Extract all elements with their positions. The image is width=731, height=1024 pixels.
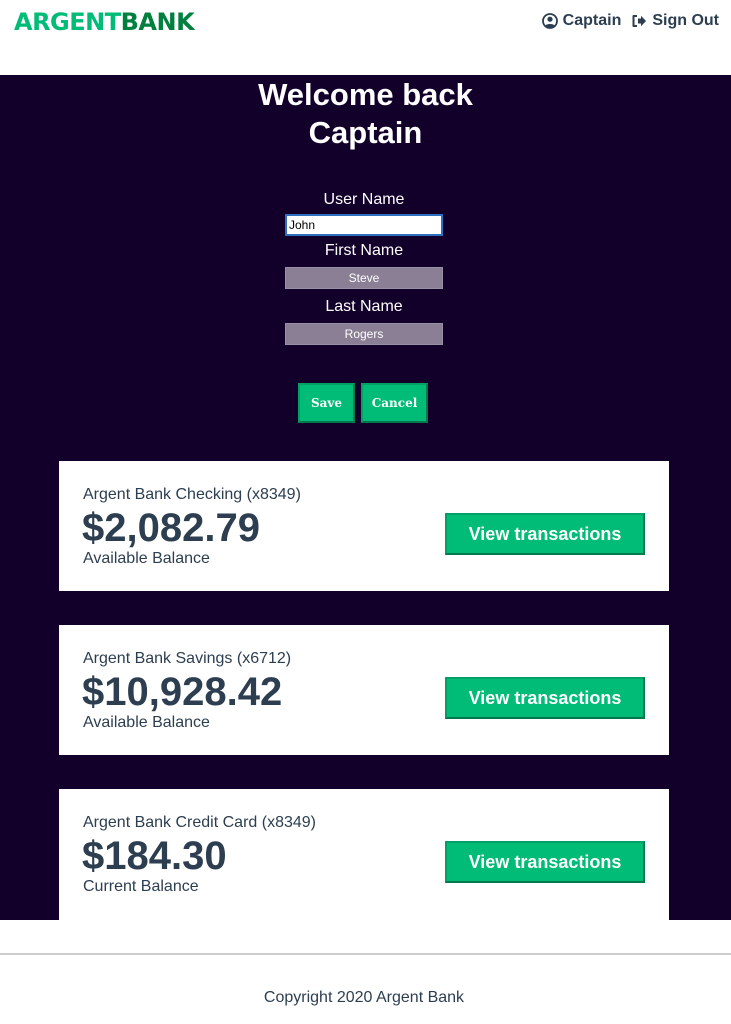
user-name-label: Captain: [562, 12, 622, 29]
account-card-credit: Argent Bank Credit Card (x8349) $184.30 …: [59, 789, 669, 920]
account-card-savings: Argent Bank Savings (x6712) $10,928.42 A…: [59, 625, 669, 755]
user-name-field-label: User Name: [323, 191, 405, 208]
footer: Copyright 2020 Argent Bank: [0, 953, 731, 1024]
cancel-button[interactable]: Cancel: [361, 383, 428, 423]
main-content: Welcome back Captain User Name First Nam…: [0, 75, 731, 920]
view-transactions-button[interactable]: View transactions: [445, 841, 645, 883]
copyright-text: Copyright 2020 Argent Bank: [263, 989, 465, 1006]
logo-argent: ARGENT: [14, 8, 121, 36]
account-title: Argent Bank Checking (x8349): [83, 486, 301, 503]
account-amount: $10,928.42: [82, 670, 283, 714]
account-title: Argent Bank Credit Card (x8349): [83, 814, 316, 831]
last-name-field-label: Last Name: [325, 298, 403, 315]
account-amount-description: Available Balance: [83, 714, 210, 731]
sign-out-link[interactable]: Sign Out: [631, 12, 719, 30]
account-amount: $184.30: [82, 834, 227, 878]
user-name-input[interactable]: [285, 214, 443, 236]
account-amount-description: Available Balance: [83, 550, 210, 567]
view-transactions-button[interactable]: View transactions: [445, 513, 645, 555]
logo-bank: BANK: [120, 8, 195, 36]
account-card-checking: Argent Bank Checking (x8349) $2,082.79 A…: [59, 461, 669, 591]
header: ARGENTBANK Captain Sign Out: [0, 0, 731, 75]
logo[interactable]: ARGENTBANK: [14, 8, 195, 36]
user-link[interactable]: Captain: [541, 12, 622, 30]
view-transactions-button[interactable]: View transactions: [445, 677, 645, 719]
account-title: Argent Bank Savings (x6712): [83, 650, 292, 667]
sign-out-icon: [632, 15, 647, 27]
account-amount: $2,082.79: [82, 506, 260, 550]
welcome-line: Welcome back: [258, 77, 473, 112]
first-name-field: Steve: [285, 267, 443, 289]
last-name-field: Rogers: [285, 323, 443, 345]
sign-out-label: Sign Out: [652, 12, 719, 29]
account-amount-description: Current Balance: [83, 878, 199, 895]
top-nav: Captain Sign Out: [532, 12, 719, 30]
user-circle-icon: [541, 13, 558, 29]
welcome-user-name: Captain: [308, 115, 423, 150]
first-name-field-label: First Name: [324, 242, 404, 259]
save-button[interactable]: Save: [298, 383, 355, 423]
